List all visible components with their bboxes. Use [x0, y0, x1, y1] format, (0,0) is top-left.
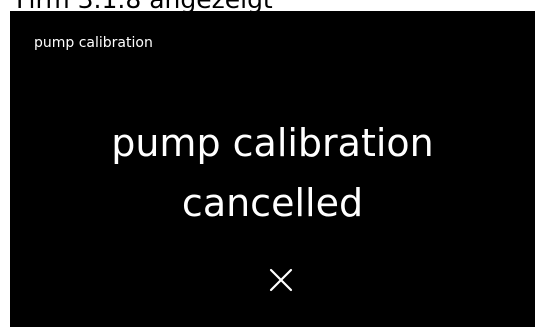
- close-button[interactable]: [256, 255, 306, 305]
- status-message: pump calibration cancelled: [10, 113, 535, 233]
- status-message-line2: cancelled: [181, 181, 364, 225]
- status-message-line1: pump calibration: [111, 121, 434, 165]
- screen-title: pump calibration: [34, 35, 153, 51]
- device-screen: pump calibration pump calibration cancel…: [10, 11, 535, 327]
- page: Firm 3.1.8 angezeigt pump calibration pu…: [0, 0, 545, 327]
- close-icon: [269, 268, 293, 292]
